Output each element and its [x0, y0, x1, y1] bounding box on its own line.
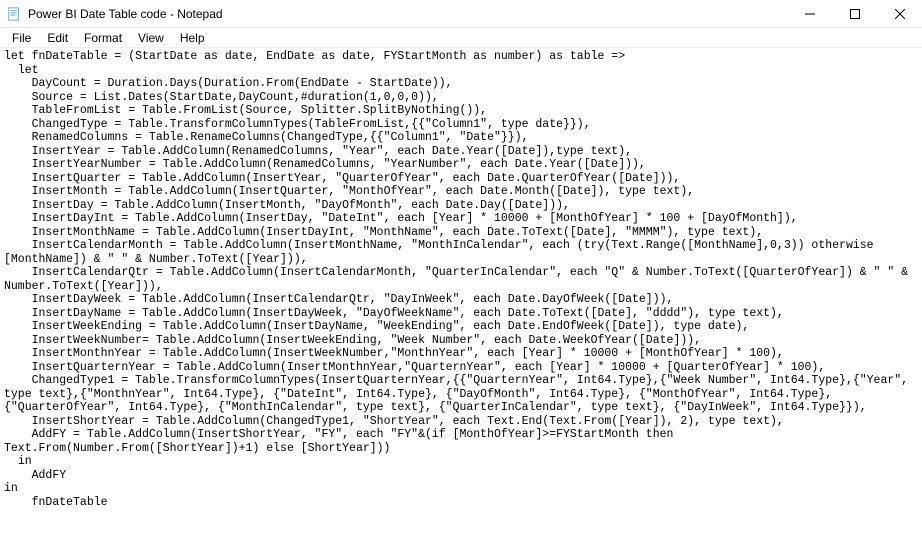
title-bar: Power BI Date Table code - Notepad	[0, 0, 922, 28]
notepad-icon	[6, 6, 22, 22]
menu-view[interactable]: View	[130, 29, 172, 47]
minimize-button[interactable]	[787, 0, 832, 28]
menu-bar: File Edit Format View Help	[0, 28, 922, 48]
window-title: Power BI Date Table code - Notepad	[28, 7, 787, 21]
text-editor[interactable]: let fnDateTable = (StartDate as date, En…	[0, 48, 922, 537]
menu-format[interactable]: Format	[76, 29, 130, 47]
window-controls	[787, 0, 922, 28]
menu-help[interactable]: Help	[172, 29, 213, 47]
maximize-button[interactable]	[832, 0, 877, 28]
menu-file[interactable]: File	[4, 29, 39, 47]
close-button[interactable]	[877, 0, 922, 28]
menu-edit[interactable]: Edit	[39, 29, 76, 47]
